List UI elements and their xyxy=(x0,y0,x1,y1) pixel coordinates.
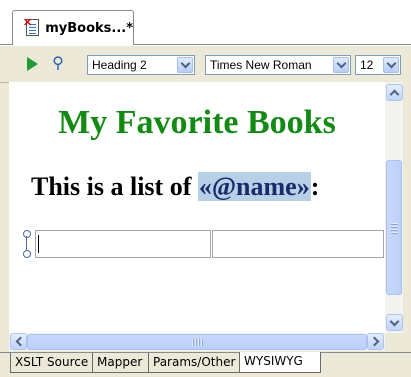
tab-params-other[interactable]: Params/Other xyxy=(148,353,239,373)
style-combo[interactable]: Heading 2 xyxy=(87,55,195,75)
document-tab-strip: ✕ myBooks...* xyxy=(0,0,411,46)
chevron-down-icon xyxy=(389,316,400,326)
scroll-left-button[interactable] xyxy=(10,333,27,350)
wysiwyg-editor[interactable]: My Favorite Books This is a list of «@na… xyxy=(9,82,385,333)
chevron-left-icon xyxy=(15,336,25,347)
chevron-right-icon xyxy=(369,336,379,347)
name-placeholder[interactable]: «@name» xyxy=(197,172,311,201)
scroll-right-button[interactable] xyxy=(367,333,384,350)
style-combo-value: Heading 2 xyxy=(92,58,147,72)
chevron-down-icon xyxy=(386,58,396,69)
xslt-file-icon: ✕ xyxy=(23,18,39,38)
debug-button[interactable]: ⚲ xyxy=(48,54,68,74)
size-combo[interactable]: 12 xyxy=(355,55,401,75)
editor-window: ✕ myBooks...* ⚲ Heading 2 Times New Roma… xyxy=(0,0,411,377)
chevron-down-icon xyxy=(336,58,346,69)
style-combo-dropdown[interactable] xyxy=(177,57,193,73)
tab-wysiwyg[interactable]: WYSIWYG xyxy=(239,352,321,373)
scrollbar-corner xyxy=(385,333,403,351)
tab-mapper[interactable]: Mapper xyxy=(92,353,148,373)
scroll-down-button[interactable] xyxy=(386,314,403,331)
play-icon xyxy=(26,57,38,71)
debug-icon: ⚲ xyxy=(52,55,64,72)
paragraph-text: This is a list of xyxy=(31,172,198,201)
size-combo-dropdown[interactable] xyxy=(383,57,399,73)
horizontal-scrollbar[interactable] xyxy=(9,333,385,351)
vertical-scroll-thumb[interactable] xyxy=(386,160,402,295)
font-combo-value: Times New Roman xyxy=(210,58,312,72)
table-cell[interactable] xyxy=(212,230,384,258)
size-combo-value: 12 xyxy=(360,58,374,72)
horizontal-scroll-thumb[interactable] xyxy=(27,334,367,350)
font-combo[interactable]: Times New Roman xyxy=(205,55,351,75)
vertical-scrollbar[interactable] xyxy=(385,82,403,333)
document-heading: My Favorite Books xyxy=(58,104,336,141)
play-button[interactable] xyxy=(22,54,42,74)
paragraph-suffix: : xyxy=(310,172,320,201)
window-frame xyxy=(403,82,411,352)
font-combo-dropdown[interactable] xyxy=(333,57,349,73)
document-tab-label: myBooks...* xyxy=(45,20,133,36)
document-paragraph: This is a list of «@name»: xyxy=(31,172,319,202)
text-caret xyxy=(38,235,39,253)
tab-xslt-source[interactable]: XSLT Source xyxy=(10,353,92,373)
document-tab[interactable]: ✕ myBooks...* xyxy=(12,10,134,45)
view-tab-bar: XSLT Source Mapper Params/Other WYSIWYG xyxy=(0,352,411,377)
table-handle[interactable] xyxy=(23,230,31,258)
toolbar: ⚲ Heading 2 Times New Roman 12 xyxy=(0,46,411,83)
chevron-down-icon xyxy=(180,58,190,69)
table-cell[interactable] xyxy=(35,230,211,258)
chevron-up-icon xyxy=(389,89,400,99)
scroll-up-button[interactable] xyxy=(386,84,403,101)
